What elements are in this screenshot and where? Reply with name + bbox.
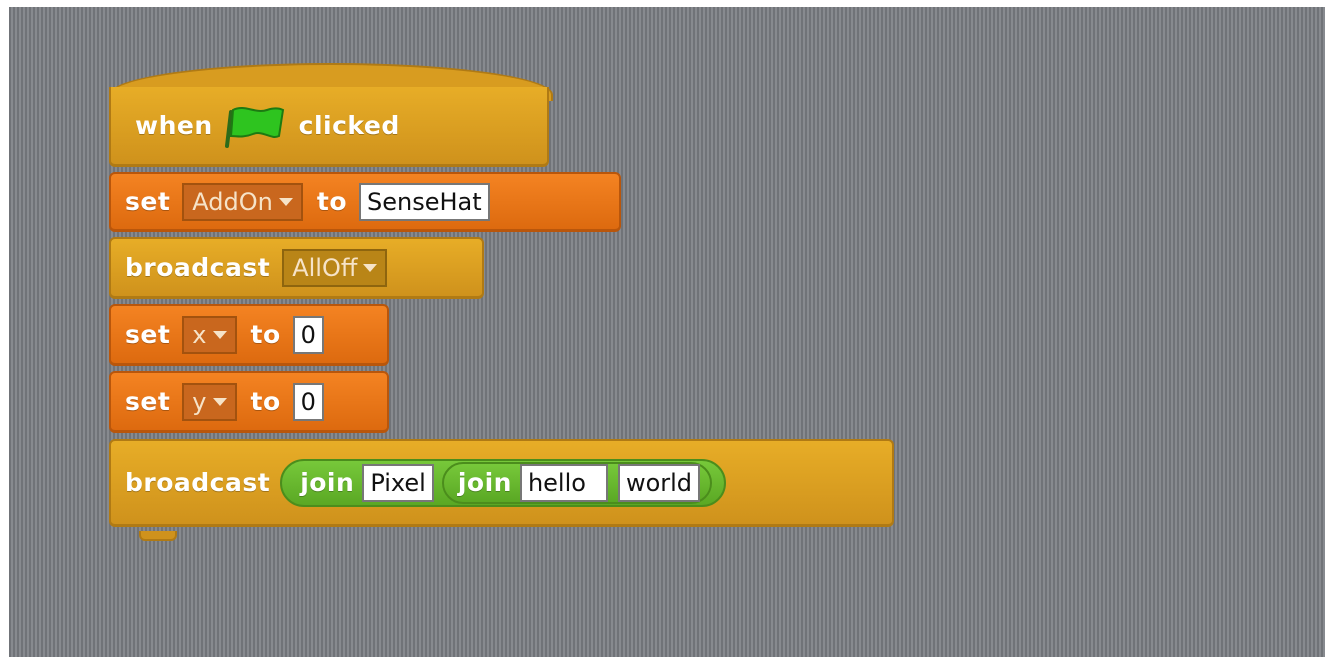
join-input-hello[interactable]: hello <box>519 463 608 502</box>
green-flag-icon <box>224 104 287 148</box>
to-label: to <box>316 187 348 216</box>
join-label: join <box>457 468 512 497</box>
variable-name: x <box>192 320 207 349</box>
join-label: join <box>300 468 355 497</box>
broadcast-label: broadcast <box>125 468 271 497</box>
to-label: to <box>250 320 281 349</box>
clicked-label: clicked <box>298 111 400 140</box>
set-y-block[interactable]: set y to 0 <box>109 371 389 433</box>
variable-name: y <box>192 387 207 416</box>
dropdown-arrow-icon <box>363 263 378 272</box>
variable-dropdown-x[interactable]: x <box>182 315 237 354</box>
set-x-block[interactable]: set x to 0 <box>109 304 389 366</box>
set-label: set <box>125 320 171 349</box>
variable-dropdown-addon[interactable]: AddOn <box>182 182 303 221</box>
broadcast-label: broadcast <box>125 253 271 282</box>
set-addon-block[interactable]: set AddOn to SenseHat <box>109 172 621 232</box>
to-label: to <box>250 387 281 416</box>
broadcast-join-block[interactable]: broadcast join Pixel join hello world <box>109 439 894 527</box>
when-flag-clicked-block[interactable]: when clicked <box>109 87 549 167</box>
broadcast-alloff-block[interactable]: broadcast AllOff <box>109 237 484 299</box>
when-label: when <box>135 111 213 140</box>
message-name: AllOff <box>292 253 358 282</box>
join-reporter-inner[interactable]: join hello world <box>441 461 713 504</box>
value-input-x[interactable]: 0 <box>292 315 324 354</box>
block-notch <box>139 531 177 541</box>
set-label: set <box>125 187 171 216</box>
dropdown-arrow-icon <box>278 197 293 206</box>
join-input-world[interactable]: world <box>617 463 701 502</box>
value-input-sensehat[interactable]: SenseHat <box>359 182 490 221</box>
join-reporter-outer[interactable]: join Pixel join hello world <box>280 458 727 507</box>
message-dropdown-alloff[interactable]: AllOff <box>282 248 388 287</box>
dropdown-arrow-icon <box>212 397 227 406</box>
scripts-area[interactable]: when clicked set AddOn to SenseHat broad… <box>9 7 1325 657</box>
join-input-pixel[interactable]: Pixel <box>362 463 434 502</box>
set-label: set <box>125 387 171 416</box>
dropdown-arrow-icon <box>212 330 227 339</box>
variable-dropdown-y[interactable]: y <box>182 382 237 421</box>
variable-name: AddOn <box>192 187 273 216</box>
value-input-y[interactable]: 0 <box>292 382 324 421</box>
